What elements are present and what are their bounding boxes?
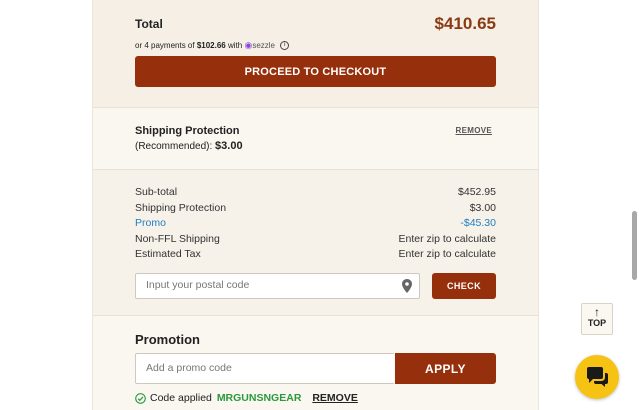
promo-applied-status: Code applied MRGUNSNGEAR REMOVE: [135, 392, 358, 404]
summary-label: Non-FFL Shipping: [135, 233, 220, 245]
shipping-protection-title: Shipping Protection: [135, 125, 240, 137]
chat-bubble-icon: [587, 367, 608, 387]
remove-shipping-protection-link[interactable]: REMOVE: [456, 126, 492, 135]
summary-label: Estimated Tax: [135, 248, 201, 260]
top-label: TOP: [587, 318, 607, 328]
check-postal-button[interactable]: CHECK: [432, 273, 496, 299]
postal-code-placeholder: Input your postal code: [146, 279, 250, 291]
sezzle-installments: or 4 payments of $102.66 with ◉sezzle i: [135, 40, 290, 51]
applied-promo-code: MRGUNSNGEAR: [216, 392, 302, 404]
summary-row-subtotal: Sub-total $452.95: [135, 186, 496, 200]
installment-amount: $102.66: [196, 41, 226, 50]
price-summary-section: Sub-total $452.95 Shipping Protection $3…: [93, 170, 538, 316]
total-label: Total: [135, 17, 163, 31]
summary-label: Sub-total: [135, 186, 178, 198]
order-total-section: Total $410.65 or 4 payments of $102.66 w…: [93, 0, 538, 108]
summary-value: Enter zip to calculate: [398, 233, 496, 245]
promotion-title: Promotion: [135, 332, 200, 347]
summary-value: $452.95: [458, 186, 496, 198]
shipping-protection-amount: $3.00: [215, 140, 243, 152]
sezzle-provider: sezzle: [252, 41, 275, 50]
cart-summary-panel: Total $410.65 or 4 payments of $102.66 w…: [92, 0, 539, 410]
chat-button[interactable]: [575, 355, 619, 399]
shipping-protection-section: Shipping Protection (Recommended): $3.00…: [93, 108, 538, 170]
postal-code-input[interactable]: Input your postal code: [135, 273, 420, 299]
info-icon[interactable]: i: [280, 41, 290, 51]
summary-value: -$45.30: [460, 217, 496, 229]
recommended-label: (Recommended):: [135, 141, 213, 152]
installments-with: with: [227, 41, 243, 50]
summary-row-promo: Promo -$45.30: [135, 217, 496, 231]
summary-label-promo[interactable]: Promo: [135, 217, 166, 229]
promo-code-input[interactable]: Add a promo code: [135, 353, 394, 384]
location-pin-icon[interactable]: [402, 279, 412, 293]
proceed-to-checkout-button[interactable]: PROCEED TO CHECKOUT: [135, 56, 496, 87]
arrow-up-icon: ↑: [594, 305, 600, 319]
installments-prefix: or 4 payments of: [135, 41, 195, 50]
apply-promo-button[interactable]: APPLY: [395, 353, 496, 384]
summary-row-shipping-protection: Shipping Protection $3.00: [135, 202, 496, 216]
summary-label: Shipping Protection: [135, 202, 227, 214]
promo-code-placeholder: Add a promo code: [146, 362, 232, 374]
shipping-protection-price: (Recommended): $3.00: [135, 140, 243, 152]
summary-row-non-ffl-shipping: Non-FFL Shipping Enter zip to calculate: [135, 233, 496, 247]
scrollbar-thumb[interactable]: [632, 211, 637, 280]
back-to-top-button[interactable]: ↑ TOP: [581, 303, 613, 335]
remove-promo-link[interactable]: REMOVE: [312, 392, 358, 404]
check-circle-icon: [135, 392, 146, 404]
promotion-section: Promotion Add a promo code APPLY Code ap…: [93, 316, 538, 410]
code-applied-label: Code applied: [150, 392, 212, 404]
summary-value: $3.00: [469, 202, 496, 214]
summary-value: Enter zip to calculate: [398, 248, 496, 260]
total-value: $410.65: [434, 14, 496, 33]
summary-row-estimated-tax: Estimated Tax Enter zip to calculate: [135, 248, 496, 262]
